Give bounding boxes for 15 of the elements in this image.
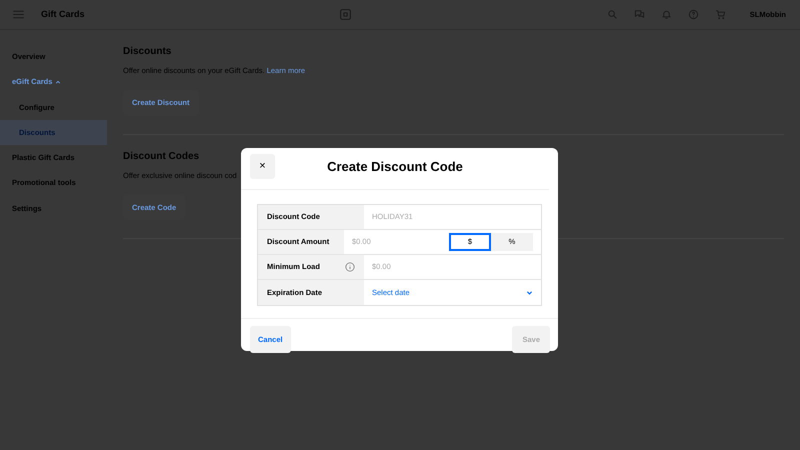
dialog-title: Create Discount Code <box>326 158 464 176</box>
chevron-down-icon <box>526 289 533 296</box>
search-icon[interactable] <box>606 9 618 20</box>
bell-icon[interactable] <box>660 9 672 20</box>
page-title: Gift Cards <box>41 8 85 21</box>
logo-icon[interactable] <box>339 8 352 21</box>
help-icon[interactable] <box>688 9 699 20</box>
chevron-icon <box>54 79 61 86</box>
info-icon[interactable] <box>345 262 355 272</box>
cart-icon[interactable] <box>714 9 726 20</box>
menu-icon[interactable] <box>12 8 25 21</box>
close-button[interactable]: × <box>250 154 275 179</box>
section-title: Discount Codes <box>123 150 200 164</box>
section-title: Discounts <box>123 45 172 59</box>
chat-icon[interactable] <box>634 9 645 20</box>
